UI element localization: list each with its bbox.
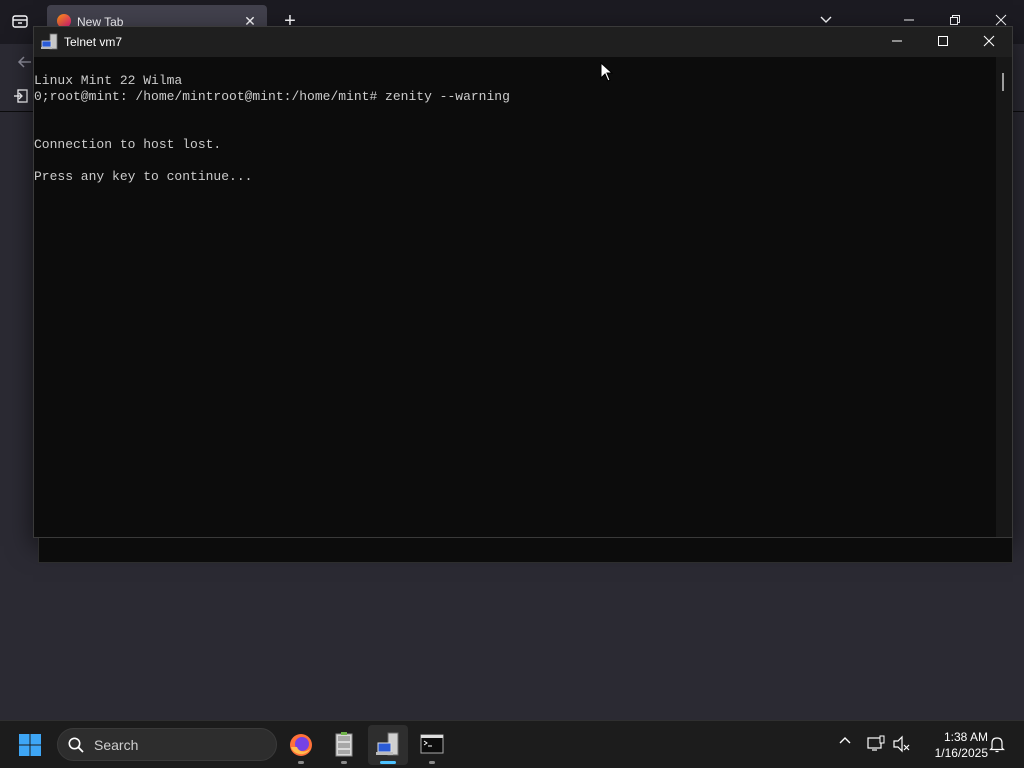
chevron-up-icon[interactable] xyxy=(834,733,856,755)
telnet-window[interactable]: Telnet vm7 Linux Mint 22 Wilma 0;root@mi… xyxy=(33,26,1013,538)
console-line: Press any key to continue... xyxy=(34,169,253,184)
clock-time: 1:38 AM xyxy=(943,730,988,744)
volume-muted-icon[interactable] xyxy=(892,734,912,754)
system-clock[interactable]: 1:38 AM 1/16/2025 xyxy=(918,729,988,761)
taskbar: Search 1:38 AM 1/16/2025 xyxy=(0,720,1024,768)
firefox-icon[interactable] xyxy=(281,725,321,765)
taskbar-search-box[interactable]: Search xyxy=(57,728,277,761)
minimize-button[interactable] xyxy=(874,27,920,57)
app-running-indicator xyxy=(341,761,347,764)
console-line: Linux Mint 22 Wilma xyxy=(34,73,183,88)
window-shadow-frame xyxy=(38,538,1013,563)
telnet-app-icon[interactable] xyxy=(368,725,408,765)
vertical-scrollbar[interactable] xyxy=(996,57,1012,537)
scrollbar-thumb[interactable] xyxy=(1002,73,1004,91)
clock-date: 1/16/2025 xyxy=(934,746,988,760)
sidebar-icon[interactable] xyxy=(10,88,32,110)
app-running-indicator xyxy=(298,761,304,764)
close-button[interactable] xyxy=(966,27,1012,57)
console-output[interactable]: Linux Mint 22 Wilma 0;root@mint: /home/m… xyxy=(34,57,996,537)
search-label: Search xyxy=(94,737,139,753)
telnet-title-bar[interactable]: Telnet vm7 xyxy=(34,27,1012,57)
app-active-indicator xyxy=(380,761,396,764)
tab-list-icon[interactable] xyxy=(10,12,30,32)
search-icon xyxy=(67,736,85,754)
maximize-button[interactable] xyxy=(920,27,966,57)
file-cabinet-icon[interactable] xyxy=(324,725,364,765)
network-icon[interactable] xyxy=(866,734,886,754)
terminal-app-icon[interactable] xyxy=(412,725,452,765)
notification-bell-icon[interactable] xyxy=(987,734,1007,754)
telnet-window-title: Telnet vm7 xyxy=(64,35,123,49)
console-line: 0;root@mint: /home/mintroot@mint:/home/m… xyxy=(34,89,510,104)
windows-start-icon[interactable] xyxy=(16,731,46,759)
mouse-cursor-icon xyxy=(600,61,614,82)
telnet-app-icon xyxy=(41,33,59,51)
console-line: Connection to host lost. xyxy=(34,137,222,152)
app-running-indicator xyxy=(429,761,435,764)
